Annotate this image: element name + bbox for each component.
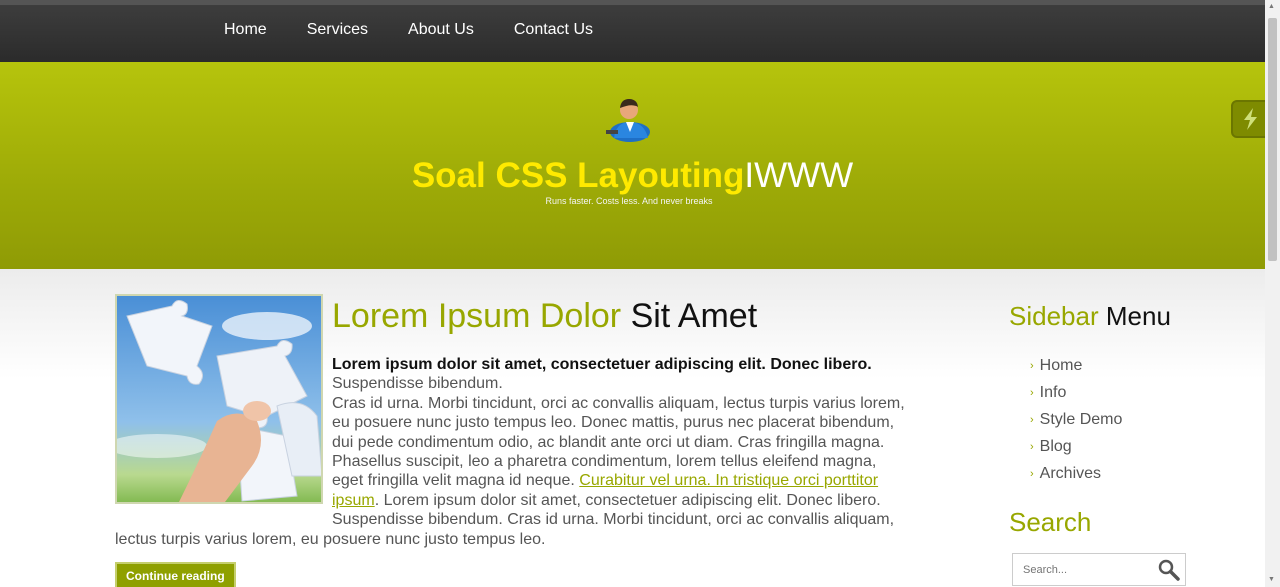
lightning-icon [1244, 108, 1257, 130]
sidebar-item-home[interactable]: › Home [1030, 357, 1122, 384]
sidebar-item-label: Blog [1039, 438, 1072, 455]
sidebar-item-label: Home [1039, 357, 1083, 374]
vertical-scrollbar[interactable]: ▲ ▼ [1265, 0, 1280, 587]
nav-item-services[interactable]: Services [287, 21, 388, 39]
search-icon[interactable] [1157, 558, 1181, 582]
chevron-right-icon: › [1030, 387, 1034, 399]
sidebar-menu: › Home › Info › Style Demo › Blog › Archives [1030, 357, 1122, 492]
sidebar-item-label: Info [1039, 384, 1067, 401]
sidebar-item-label: Style Demo [1039, 411, 1123, 428]
sidebar-item-info[interactable]: › Info [1030, 384, 1122, 411]
nav-item-contact-us[interactable]: Contact Us [494, 21, 613, 39]
site-tagline: Runs faster. Costs less. And never break… [545, 196, 713, 206]
sidebar-title-highlight: Sidebar [1009, 301, 1099, 331]
sidebar-item-style-demo[interactable]: › Style Demo [1030, 411, 1122, 438]
post-text-1: Suspendisse bibendum. [332, 375, 503, 393]
main-content: Lorem Ipsum Dolor Sit Amet Lorem ipsum d… [0, 269, 1265, 587]
site-title: Soal CSS LayoutingIWWW [0, 156, 1265, 196]
scroll-down-arrow-icon[interactable]: ▼ [1268, 576, 1275, 583]
top-navigation: Home Services About Us Contact Us [0, 0, 1265, 62]
chevron-right-icon: › [1030, 414, 1034, 426]
search-box [1012, 553, 1186, 586]
post-title-highlight: Lorem Ipsum Dolor [332, 297, 622, 335]
chevron-right-icon: › [1030, 360, 1034, 372]
nav-item-home[interactable]: Home [204, 21, 287, 39]
search-input[interactable] [1013, 563, 1153, 576]
sidebar-title: Sidebar Menu [1009, 301, 1171, 332]
scrollbar-thumb[interactable] [1268, 18, 1277, 261]
nav-item-about-us[interactable]: About Us [388, 21, 494, 39]
site-title-rest: IWWW [744, 156, 854, 195]
sidebar-item-archives[interactable]: › Archives [1030, 465, 1122, 492]
chevron-right-icon: › [1030, 468, 1034, 480]
post-intro: Lorem ipsum dolor sit amet, consectetuer… [332, 356, 872, 373]
user-avatar-icon [606, 99, 650, 142]
site-title-highlight: Soal CSS Layouting [411, 156, 745, 195]
post-title: Lorem Ipsum Dolor Sit Amet [332, 297, 757, 336]
post-title-rest: Sit Amet [630, 297, 758, 335]
search-title: Search [1009, 507, 1092, 537]
scroll-up-arrow-icon[interactable]: ▲ [1268, 3, 1275, 10]
post-body: Lorem ipsum dolor sit amet, consectetuer… [115, 355, 905, 549]
chevron-right-icon: › [1030, 441, 1034, 453]
sidebar-item-blog[interactable]: › Blog [1030, 438, 1122, 465]
nav-menu: Home Services About Us Contact Us [204, 21, 613, 39]
sidebar-item-label: Archives [1039, 465, 1102, 482]
sidebar-title-rest: Menu [1105, 301, 1171, 331]
site-header: Soal CSS LayoutingIWWW Runs faster. Cost… [0, 62, 1271, 269]
continue-reading-button[interactable]: Continue reading [115, 562, 236, 587]
image-float-spacer [115, 355, 332, 513]
